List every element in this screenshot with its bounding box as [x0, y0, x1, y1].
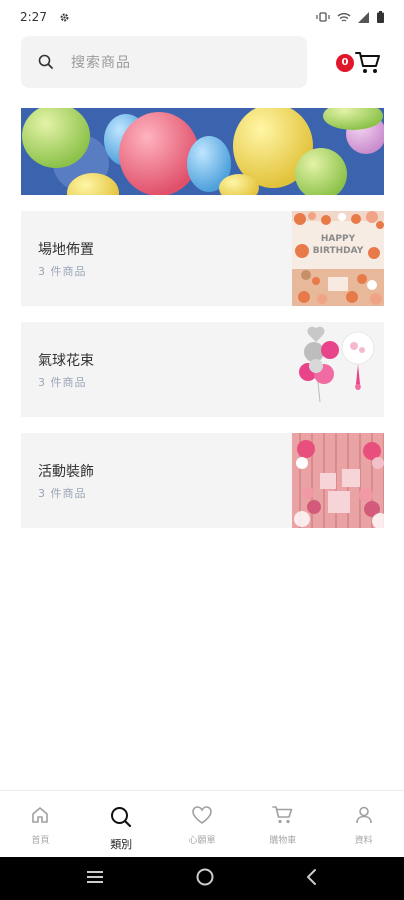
- home-button-icon[interactable]: [195, 867, 215, 891]
- system-nav-bar: [0, 857, 404, 900]
- category-count: 3 件商品: [38, 487, 87, 500]
- tab-label: 購物車: [269, 836, 297, 846]
- cart-badge: 0: [336, 54, 354, 72]
- home-icon: [30, 805, 50, 829]
- menu-icon[interactable]: [85, 869, 105, 889]
- wifi-icon: [337, 12, 351, 23]
- category-thumbnail: [292, 322, 384, 417]
- category-count: 3 件商品: [38, 376, 87, 389]
- tab-wishlist[interactable]: 心願單: [162, 791, 243, 856]
- category-name: 場地佈置: [38, 242, 94, 258]
- cart-icon: [354, 49, 382, 81]
- category-card-event-decoration[interactable]: 活動裝飾 3 件商品: [21, 433, 384, 528]
- svg-text:HAPPY: HAPPY: [321, 234, 356, 244]
- tab-category[interactable]: 類別: [81, 791, 162, 856]
- bottom-tab-bar: 首頁 類別 心願單 購物車 資料: [0, 790, 404, 856]
- back-icon[interactable]: [305, 868, 319, 890]
- header-cart-button[interactable]: 0: [332, 46, 384, 80]
- balloons-banner-image: [21, 108, 384, 195]
- tab-label: 類別: [110, 838, 133, 851]
- category-thumbnail: HAPPY BIRTHDAY: [292, 211, 384, 306]
- tab-label: 心願單: [188, 836, 216, 846]
- svg-text:BIRTHDAY: BIRTHDAY: [313, 246, 364, 256]
- category-name: 氣球花束: [38, 353, 94, 369]
- tab-label: 資料: [354, 836, 373, 846]
- battery-icon: [377, 11, 384, 23]
- category-thumbnail: [292, 433, 384, 528]
- heart-icon: [191, 805, 213, 829]
- settings-icon: [59, 12, 70, 23]
- user-icon: [354, 805, 374, 829]
- search-icon: [109, 805, 133, 833]
- status-time: 2:27: [20, 10, 47, 24]
- tab-cart[interactable]: 購物車: [242, 791, 323, 856]
- status-icons: [316, 11, 384, 23]
- tab-home[interactable]: 首頁: [0, 791, 81, 856]
- vibrate-icon: [316, 12, 330, 22]
- search-placeholder: 搜索商品: [71, 55, 131, 71]
- search-input[interactable]: 搜索商品: [21, 36, 307, 88]
- tab-profile[interactable]: 資料: [323, 791, 404, 856]
- promo-banner[interactable]: [21, 108, 384, 195]
- status-bar: 2:27: [0, 0, 404, 34]
- category-count: 3 件商品: [38, 265, 87, 278]
- category-name: 活動裝飾: [38, 464, 94, 480]
- cart-icon: [271, 805, 294, 829]
- tab-label: 首頁: [31, 836, 50, 846]
- signal-icon: [358, 11, 370, 23]
- category-card-venue-decoration[interactable]: 場地佈置 3 件商品 HAPPY BIRTHDAY: [21, 211, 384, 306]
- category-card-balloon-bouquet[interactable]: 氣球花束 3 件商品: [21, 322, 384, 417]
- search-icon: [37, 53, 55, 71]
